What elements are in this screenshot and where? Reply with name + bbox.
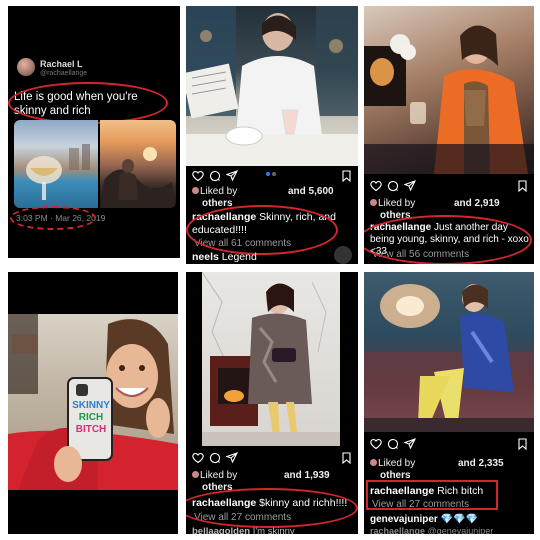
likes-row-4[interactable]: Liked by and 2,335 others bbox=[370, 458, 530, 482]
comment-icon[interactable] bbox=[209, 452, 221, 464]
comment-3: bellaagolden I'm skinny bbox=[192, 526, 295, 534]
comment-username[interactable]: rachaellange bbox=[370, 526, 425, 534]
post-photo-3[interactable] bbox=[202, 272, 340, 446]
liker-avatar bbox=[192, 187, 199, 194]
likes-count: and 5,600 bbox=[288, 186, 334, 197]
wine-glass-illustration bbox=[26, 144, 90, 200]
tweet-handle[interactable]: @rachaellange bbox=[40, 70, 87, 77]
comment-4b: rachaellange @genevajuniper bbox=[370, 526, 493, 534]
photo-illustration-3 bbox=[202, 272, 340, 446]
post-panel-2: Liked by and 2,919 others rachaellange J… bbox=[364, 6, 534, 264]
likes-count: and 1,939 bbox=[284, 470, 330, 481]
sunset-person-illustration bbox=[100, 147, 176, 208]
selfie-panel: SKINNY RICH BITCH bbox=[8, 272, 178, 534]
comment-username[interactable]: bellaagolden bbox=[192, 526, 250, 534]
likes-count: and 2,919 bbox=[454, 198, 500, 209]
liked-by-label: Liked by bbox=[378, 198, 416, 209]
post-photo-2[interactable] bbox=[364, 6, 534, 174]
comment-icon[interactable] bbox=[387, 180, 399, 192]
phone-case-line-3: BITCH bbox=[75, 424, 107, 435]
comment-username[interactable]: neels bbox=[192, 251, 219, 263]
translate-icon[interactable] bbox=[334, 246, 352, 264]
post-actions-4 bbox=[370, 438, 528, 452]
highlight-caption-2 bbox=[364, 215, 532, 264]
comment-4: genevajuniper 💎💎💎 bbox=[370, 514, 478, 525]
comment-text: I'm skinny bbox=[252, 526, 295, 534]
avatar[interactable] bbox=[17, 58, 35, 76]
selfie-photo[interactable]: SKINNY RICH BITCH bbox=[8, 314, 178, 490]
post-panel-4: Liked by and 2,335 others rachaellange R… bbox=[364, 272, 534, 534]
liker-avatar bbox=[370, 199, 377, 206]
post-photo-1[interactable] bbox=[186, 6, 358, 166]
highlight-caption-3 bbox=[186, 488, 358, 528]
phone-case-line-1: SKINNY bbox=[72, 400, 110, 411]
tweet-panel: Rachael L @rachaellange Life is good whe… bbox=[8, 6, 180, 258]
phone-case-text: SKINNY RICH BITCH bbox=[72, 400, 110, 436]
post-photo-4[interactable] bbox=[364, 272, 534, 432]
post-actions-2 bbox=[370, 180, 528, 194]
heart-icon[interactable] bbox=[370, 180, 382, 192]
share-icon[interactable] bbox=[404, 180, 416, 192]
liker-avatar bbox=[370, 459, 377, 466]
comment-username[interactable]: genevajuniper bbox=[370, 514, 438, 525]
tweet-photo-left[interactable] bbox=[14, 120, 98, 208]
post-panel-1: Liked by and 5,600 others rachaellange S… bbox=[186, 6, 358, 264]
likes-count: and 2,335 bbox=[458, 458, 504, 469]
heart-icon[interactable] bbox=[192, 170, 204, 182]
highlight-caption-1 bbox=[186, 205, 338, 255]
photo-illustration-1 bbox=[186, 6, 358, 166]
bookmark-icon[interactable] bbox=[341, 170, 352, 182]
comment-icon[interactable] bbox=[387, 438, 399, 450]
post-actions-1 bbox=[192, 170, 352, 184]
highlight-timestamp bbox=[10, 206, 96, 230]
comment-1: neels Legend bbox=[192, 251, 257, 263]
highlight-tweet-text bbox=[8, 82, 168, 124]
tweet-author-name[interactable]: Rachael L bbox=[40, 59, 83, 69]
photo-illustration-4 bbox=[364, 284, 534, 432]
phone-case-line-2: RICH bbox=[78, 412, 104, 423]
liked-by-label: Liked by bbox=[200, 186, 238, 197]
post-actions-3 bbox=[192, 452, 352, 466]
tweet-photo-right[interactable] bbox=[100, 120, 176, 208]
bookmark-icon[interactable] bbox=[517, 438, 528, 450]
bookmark-icon[interactable] bbox=[341, 452, 352, 464]
liked-by-label: Liked by bbox=[378, 458, 416, 469]
share-icon[interactable] bbox=[226, 170, 238, 182]
share-icon[interactable] bbox=[226, 452, 238, 464]
heart-icon[interactable] bbox=[370, 438, 382, 450]
photo-illustration-2 bbox=[364, 25, 534, 174]
share-icon[interactable] bbox=[404, 438, 416, 450]
comment-text: @genevajuniper bbox=[427, 526, 494, 534]
liker-avatar bbox=[192, 471, 199, 478]
comment-text: 💎💎💎 bbox=[440, 514, 478, 525]
bookmark-icon[interactable] bbox=[517, 180, 528, 192]
heart-icon[interactable] bbox=[192, 452, 204, 464]
liked-by-label: Liked by bbox=[200, 470, 238, 481]
comment-icon[interactable] bbox=[209, 170, 221, 182]
highlight-caption-4 bbox=[366, 480, 498, 510]
post-panel-3: Liked by and 1,939 others rachaellange $… bbox=[186, 272, 358, 534]
comment-text: Legend bbox=[221, 251, 257, 263]
